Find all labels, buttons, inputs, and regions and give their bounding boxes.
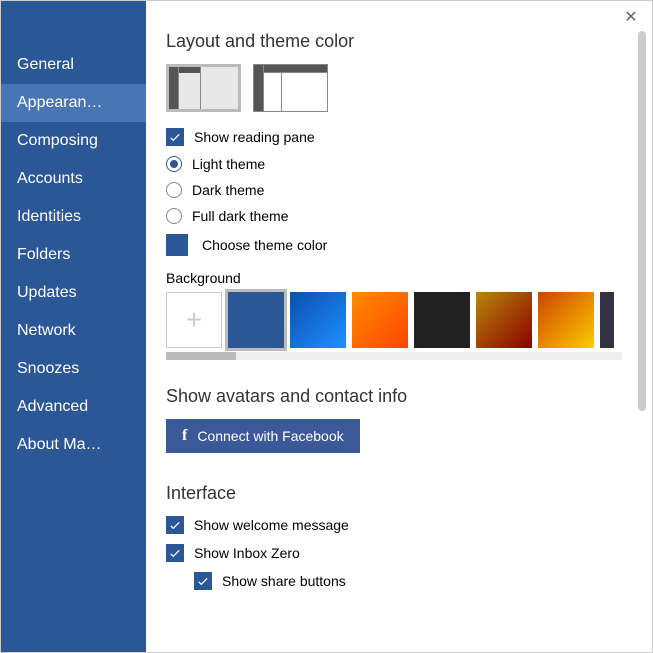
dark-theme-label: Dark theme bbox=[192, 182, 264, 198]
avatars-section-title: Show avatars and contact info bbox=[166, 386, 652, 407]
checkmark-icon bbox=[168, 130, 182, 144]
show-welcome-checkbox[interactable] bbox=[166, 516, 184, 534]
sidebar-item-identities[interactable]: Identities bbox=[1, 198, 146, 236]
layout-option-three-column[interactable] bbox=[166, 64, 241, 112]
checkmark-icon bbox=[196, 574, 210, 588]
facebook-icon: f bbox=[182, 427, 187, 445]
content-pane: Layout and theme color bbox=[146, 1, 652, 652]
sidebar-item-updates[interactable]: Updates bbox=[1, 274, 146, 312]
sidebar-item-folders[interactable]: Folders bbox=[1, 236, 146, 274]
layout-options bbox=[166, 64, 652, 112]
background-add-tile[interactable]: + bbox=[166, 292, 222, 348]
show-share-buttons-row: Show share buttons bbox=[194, 572, 652, 590]
background-tile-orange[interactable] bbox=[352, 292, 408, 348]
sidebar-item-about[interactable]: About Ma… bbox=[1, 426, 146, 464]
background-label: Background bbox=[166, 270, 652, 286]
background-tile-partial[interactable] bbox=[600, 292, 614, 348]
background-tile-dark[interactable] bbox=[414, 292, 470, 348]
interface-section: Interface Show welcome message Show Inbo… bbox=[166, 483, 652, 590]
sidebar-item-general[interactable]: General bbox=[1, 46, 146, 84]
background-tile-gold-red[interactable] bbox=[476, 292, 532, 348]
vertical-scrollbar[interactable] bbox=[638, 31, 646, 411]
choose-color-label: Choose theme color bbox=[202, 237, 327, 253]
checkmark-icon bbox=[168, 518, 182, 532]
layout-option-stacked[interactable] bbox=[253, 64, 328, 112]
sidebar: General Appearan… Composing Accounts Ide… bbox=[1, 1, 146, 652]
sidebar-item-snoozes[interactable]: Snoozes bbox=[1, 350, 146, 388]
dark-theme-radio[interactable] bbox=[166, 182, 182, 198]
show-inbox-zero-row: Show Inbox Zero bbox=[166, 544, 652, 562]
dark-theme-row: Dark theme bbox=[166, 182, 652, 198]
show-inbox-zero-label: Show Inbox Zero bbox=[194, 545, 300, 561]
show-reading-pane-checkbox[interactable] bbox=[166, 128, 184, 146]
settings-window: General Appearan… Composing Accounts Ide… bbox=[0, 0, 653, 653]
avatars-section: Show avatars and contact info f Connect … bbox=[166, 386, 652, 453]
background-scroll-thumb[interactable] bbox=[166, 352, 236, 360]
show-welcome-label: Show welcome message bbox=[194, 517, 349, 533]
show-reading-pane-row: Show reading pane bbox=[166, 128, 652, 146]
full-dark-theme-radio[interactable] bbox=[166, 208, 182, 224]
show-share-buttons-label: Show share buttons bbox=[222, 573, 346, 589]
background-tile-solid-blue[interactable] bbox=[228, 292, 284, 348]
background-tile-fire[interactable] bbox=[538, 292, 594, 348]
sidebar-item-composing[interactable]: Composing bbox=[1, 122, 146, 160]
background-scroll-track[interactable] bbox=[166, 352, 622, 360]
connect-facebook-button[interactable]: f Connect with Facebook bbox=[166, 419, 360, 453]
background-strip: + bbox=[166, 292, 652, 348]
sidebar-item-accounts[interactable]: Accounts bbox=[1, 160, 146, 198]
sidebar-item-network[interactable]: Network bbox=[1, 312, 146, 350]
background-tile-blue-pattern[interactable] bbox=[290, 292, 346, 348]
layout-section-title: Layout and theme color bbox=[166, 31, 652, 52]
show-reading-pane-label: Show reading pane bbox=[194, 129, 315, 145]
theme-color-swatch[interactable] bbox=[166, 234, 188, 256]
checkmark-icon bbox=[168, 546, 182, 560]
light-theme-radio[interactable] bbox=[166, 156, 182, 172]
choose-color-row: Choose theme color bbox=[166, 234, 652, 256]
light-theme-label: Light theme bbox=[192, 156, 265, 172]
sidebar-item-appearance[interactable]: Appearan… bbox=[1, 84, 146, 122]
full-dark-theme-label: Full dark theme bbox=[192, 208, 288, 224]
sidebar-item-advanced[interactable]: Advanced bbox=[1, 388, 146, 426]
show-share-buttons-checkbox[interactable] bbox=[194, 572, 212, 590]
interface-section-title: Interface bbox=[166, 483, 652, 504]
light-theme-row: Light theme bbox=[166, 156, 652, 172]
full-dark-theme-row: Full dark theme bbox=[166, 208, 652, 224]
show-inbox-zero-checkbox[interactable] bbox=[166, 544, 184, 562]
show-welcome-row: Show welcome message bbox=[166, 516, 652, 534]
connect-facebook-label: Connect with Facebook bbox=[197, 428, 343, 444]
